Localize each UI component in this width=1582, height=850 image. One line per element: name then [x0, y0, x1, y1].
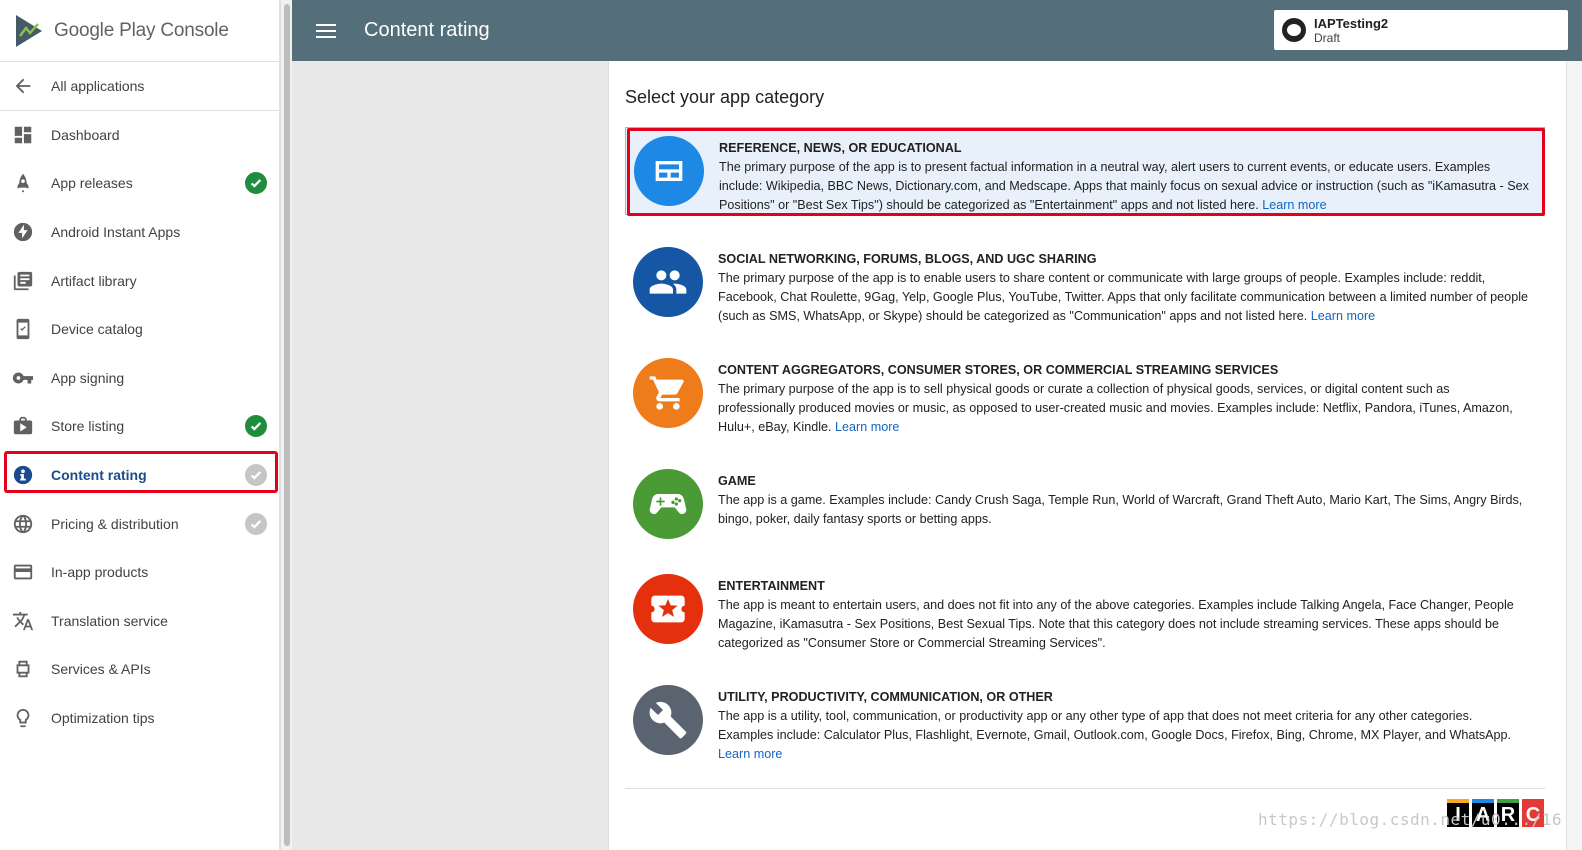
app-selector[interactable]: IAPTesting2 Draft	[1274, 10, 1568, 50]
people-icon	[633, 247, 703, 317]
category-title: UTILITY, PRODUCTIVITY, COMMUNICATION, OR…	[718, 690, 1053, 704]
sidebar-item-label: Store listing	[51, 418, 125, 435]
cart-icon	[633, 358, 703, 428]
sidebar-item-label: Device catalog	[51, 321, 143, 338]
annotation-highlight-content-rating	[4, 451, 278, 493]
divider	[625, 788, 1545, 789]
category-title: CONTENT AGGREGATORS, CONSUMER STORES, OR…	[718, 363, 1279, 377]
rocket-icon	[12, 172, 34, 194]
category-description: The app is a game. Examples include: Can…	[718, 491, 1530, 529]
brand[interactable]: Google Play Console	[0, 0, 279, 62]
main-content: Select your app category REFERENCE, NEWS…	[608, 61, 1566, 850]
store-icon	[12, 415, 34, 437]
library-icon	[12, 270, 34, 292]
sidebar-item-label: Android Instant Apps	[51, 224, 181, 241]
all-applications-label: All applications	[51, 77, 145, 94]
sidebar-item-services-apis[interactable]: Services & APIs	[0, 645, 279, 694]
category-description: The app is a utility, tool, communicatio…	[718, 707, 1530, 764]
category-body: UTILITY, PRODUCTIVITY, COMMUNICATION, OR…	[718, 688, 1530, 777]
learn-more-link[interactable]: Learn more	[835, 420, 899, 434]
globe-icon	[12, 513, 34, 535]
sidebar-item-dashboard[interactable]: Dashboard	[0, 111, 279, 160]
main-scrollbar[interactable]	[1566, 61, 1582, 850]
sidebar-item-label: App signing	[51, 369, 125, 386]
bulb-icon	[12, 707, 34, 729]
arrow-back-icon	[12, 75, 34, 97]
sidebar-item-app-releases[interactable]: App releases	[0, 159, 279, 208]
category-body: ENTERTAINMENT The app is meant to enterta…	[718, 577, 1530, 666]
gamepad-icon	[633, 469, 703, 539]
sidebar-item-label: Artifact library	[51, 272, 137, 289]
sidebar-item-pricing-distribution[interactable]: Pricing & distribution	[0, 499, 279, 548]
sidebar-item-label: App releases	[51, 175, 133, 192]
category-body: SOCIAL NETWORKING, FORUMS, BLOGS, AND UG…	[718, 250, 1530, 339]
category-option-entertainment[interactable]: ENTERTAINMENT The app is meant to enterta…	[625, 566, 1545, 666]
category-description-text: The primary purpose of the app is to ena…	[718, 271, 1528, 323]
sidebar-item-label: Services & APIs	[51, 661, 151, 678]
sidebar-item-translation-service[interactable]: Translation service	[0, 597, 279, 646]
check-complete-icon	[245, 172, 267, 195]
sidebar-item-in-app-products[interactable]: In-app products	[0, 548, 279, 597]
sidebar-item-label: Translation service	[51, 612, 168, 629]
annotation-highlight-reference	[627, 128, 1545, 216]
ticket-icon	[633, 574, 703, 644]
app-status: Draft	[1314, 30, 1341, 45]
category-option-content-aggregators-consumer-stores-or-commercial-streaming-services[interactable]: CONTENT AGGREGATORS, CONSUMER STORES, OR…	[625, 350, 1545, 450]
category-option-game[interactable]: GAME The app is a game. Examples include:…	[625, 461, 1545, 551]
check-pending-icon	[245, 512, 267, 535]
category-description-text: The app is a utility, tool, communicatio…	[718, 709, 1512, 742]
sidebar-item-artifact-library[interactable]: Artifact library	[0, 256, 279, 305]
category-title: GAME	[718, 474, 756, 488]
category-body: GAME The app is a game. Examples include:…	[718, 472, 1530, 551]
sidebar-item-android-instant-apps[interactable]: Android Instant Apps	[0, 208, 279, 257]
category-option-social-networking-forums-blogs-and-ugc-sharing[interactable]: SOCIAL NETWORKING, FORUMS, BLOGS, AND UG…	[625, 239, 1545, 339]
api-icon	[12, 658, 34, 680]
sidebar-item-label: In-app products	[51, 564, 149, 581]
sidebar-scrollbar[interactable]	[280, 0, 292, 850]
all-applications-link[interactable]: All applications	[0, 62, 279, 111]
category-option-utility-productivity-communication-or-other[interactable]: UTILITY, PRODUCTIVITY, COMMUNICATION, OR…	[625, 677, 1545, 777]
play-console-logo-icon	[16, 14, 42, 47]
category-description: The primary purpose of the app is to ena…	[718, 269, 1530, 326]
sidebar: Google Play Console All applications Das…	[0, 0, 280, 850]
dashboard-icon	[12, 124, 34, 146]
card-icon	[12, 561, 34, 583]
hamburger-menu-icon[interactable]	[316, 23, 336, 38]
category-description-text: The app is a game. Examples include: Can…	[718, 493, 1523, 526]
sidebar-item-device-catalog[interactable]: Device catalog	[0, 305, 279, 354]
app-name: IAPTesting2	[1314, 15, 1389, 31]
category-description: The app is meant to entertain users, and…	[718, 596, 1530, 653]
bolt-icon	[12, 221, 34, 243]
section-title: Select your app category	[625, 87, 825, 107]
top-app-bar: Content rating IAPTesting2 Draft	[292, 0, 1582, 61]
device-icon	[12, 318, 34, 340]
category-description-text: The app is meant to entertain users, and…	[718, 598, 1514, 650]
translate-icon	[12, 610, 34, 632]
learn-more-link[interactable]: Learn more	[718, 747, 782, 761]
sidebar-scroll-thumb[interactable]	[284, 4, 290, 846]
sidebar-item-label: Optimization tips	[51, 710, 155, 727]
brand-name: Google Play Console	[54, 19, 229, 41]
learn-more-link[interactable]: Learn more	[1311, 309, 1375, 323]
category-body: CONTENT AGGREGATORS, CONSUMER STORES, OR…	[718, 361, 1530, 450]
watermark: https://blog.csdn.net/u0.../16	[1258, 810, 1562, 829]
sidebar-item-label: Pricing & distribution	[51, 515, 179, 532]
sidebar-item-label: Dashboard	[51, 126, 120, 143]
app-avatar	[1282, 18, 1306, 42]
check-complete-icon	[245, 415, 267, 438]
key-icon	[12, 367, 34, 389]
sidebar-item-app-signing[interactable]: App signing	[0, 354, 279, 403]
sidebar-item-store-listing[interactable]: Store listing	[0, 402, 279, 451]
wrench-icon	[633, 685, 703, 755]
sidebar-item-optimization-tips[interactable]: Optimization tips	[0, 694, 279, 743]
category-title: ENTERTAINMENT	[718, 579, 825, 593]
category-title: SOCIAL NETWORKING, FORUMS, BLOGS, AND UG…	[718, 252, 1097, 266]
page-title: Content rating	[364, 19, 490, 41]
category-description: The primary purpose of the app is to sel…	[718, 380, 1530, 437]
